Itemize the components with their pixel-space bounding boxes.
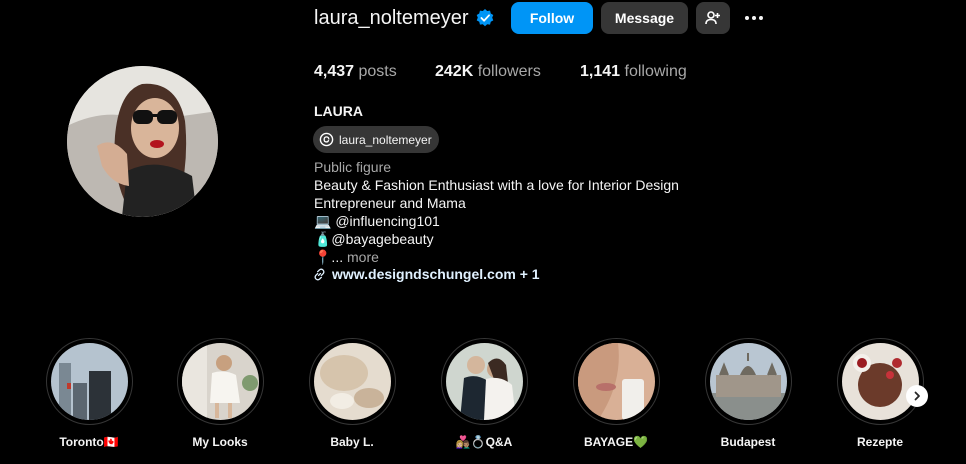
more-options-icon[interactable]	[740, 2, 768, 34]
highlight-item[interactable]: My Looks	[176, 338, 264, 449]
followers-count: 242K	[435, 63, 474, 80]
message-button[interactable]: Message	[601, 2, 688, 34]
profile-avatar[interactable]	[67, 66, 218, 217]
follow-button[interactable]: Follow	[511, 2, 593, 34]
highlight-label: BAYAGE💚	[583, 435, 649, 449]
highlight-cover	[841, 343, 919, 420]
profile-full-name: LAURA	[314, 103, 363, 119]
highlight-label: Budapest	[720, 435, 776, 449]
highlight-cover	[50, 343, 128, 420]
verified-badge-icon	[476, 9, 493, 27]
posts-label: posts	[358, 63, 397, 80]
highlight-label: 👩🏼‍❤️‍👨🏽💍Q&A	[455, 435, 513, 449]
bio-line-2: Entrepreneur and Mama	[314, 195, 466, 211]
highlight-label: Toronto🇨🇦	[59, 435, 119, 449]
bio-line-4: 🧴@bayagebeauty	[314, 231, 434, 247]
highlight-label: Rezepte	[856, 435, 903, 449]
chevron-right-icon	[914, 391, 920, 401]
bio-line-5: 📍... more	[314, 249, 379, 266]
external-link-text: www.designdschungel.com + 1	[332, 266, 540, 282]
following-count: 1,141	[580, 63, 621, 80]
highlight-item[interactable]: 👩🏼‍❤️‍👨🏽💍Q&A	[440, 338, 528, 449]
profile-category: Public figure	[314, 159, 392, 175]
highlight-cover	[181, 343, 259, 420]
suggested-accounts-button[interactable]	[696, 2, 730, 34]
highlight-label: Baby L.	[330, 435, 374, 449]
highlight-cover	[313, 343, 391, 420]
username-row: laura_noltemeyer	[314, 2, 494, 34]
highlight-item[interactable]: Baby L.	[308, 338, 396, 449]
profile-username: laura_noltemeyer	[314, 6, 469, 29]
highlight-cover	[445, 343, 523, 420]
bio-line-1: Beauty & Fashion Enthusiast with a love …	[314, 177, 679, 193]
following-stat[interactable]: 1,141 following	[580, 63, 687, 81]
threads-badge[interactable]: laura_noltemeyer	[313, 126, 439, 153]
posts-count: 4,437	[314, 63, 355, 80]
bio-line-3: 💻 @influencing101	[314, 213, 440, 229]
highlight-label: My Looks	[192, 435, 248, 449]
highlight-cover	[709, 343, 787, 420]
add-person-icon	[705, 11, 720, 25]
threads-handle: laura_noltemeyer	[339, 132, 432, 147]
following-label: following	[624, 63, 687, 80]
threads-icon	[319, 132, 334, 147]
external-link[interactable]: www.designdschungel.com + 1	[313, 266, 540, 282]
followers-stat[interactable]: 242K followers	[435, 63, 541, 81]
avatar-photo	[67, 66, 218, 217]
bio-line-5-prefix: 📍...	[314, 249, 344, 265]
highlight-item[interactable]: Toronto🇨🇦	[45, 338, 133, 449]
highlight-item[interactable]: Budapest	[704, 338, 792, 449]
posts-stat[interactable]: 4,437 posts	[314, 63, 397, 81]
highlight-cover	[577, 343, 655, 420]
link-icon	[314, 268, 325, 280]
highlight-item[interactable]: BAYAGE💚	[572, 338, 660, 449]
highlights-next-button[interactable]	[906, 385, 928, 407]
bio-more-link[interactable]: more	[347, 249, 379, 265]
followers-label: followers	[477, 63, 541, 80]
